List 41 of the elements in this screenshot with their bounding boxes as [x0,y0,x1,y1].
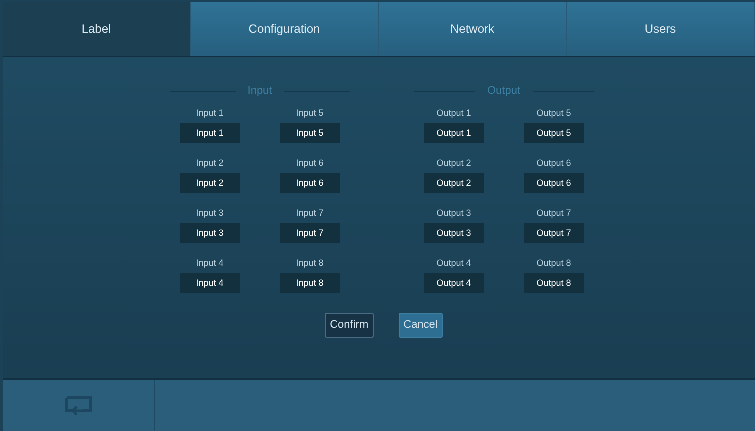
tab[interactable]: Configuration [191,2,379,56]
field-label: Input 6 [296,157,324,169]
label-input[interactable]: Output 6 [524,173,584,193]
field-label: Input 8 [296,257,324,269]
field-label: Input 5 [296,107,324,119]
label-input[interactable]: Input 6 [280,173,340,193]
label-input[interactable]: Output 1 [424,123,484,143]
field-label: Output 6 [536,157,572,169]
label-input[interactable]: Input 5 [280,123,340,143]
label-input[interactable]: Input 1 [180,123,240,143]
field-label: Input 1 [196,107,224,119]
field-label: Input 4 [196,257,224,269]
label-input[interactable]: Input 3 [180,223,240,243]
label-input[interactable]: Output 2 [424,173,484,193]
tab[interactable]: Network [379,2,567,56]
label-input[interactable]: Input 2 [180,173,240,193]
field-label: Output 3 [436,207,472,219]
label-input[interactable]: Input 8 [280,273,340,293]
label-input[interactable]: Input 7 [280,223,340,243]
tab[interactable]: Label [3,2,191,56]
field-label: Input 3 [196,207,224,219]
label-input[interactable]: Output 7 [524,223,584,243]
label-input[interactable]: Output 3 [424,223,484,243]
action-button[interactable]: Confirm [325,313,374,338]
field-label: Input 7 [296,207,324,219]
field-label: Output 7 [536,207,572,219]
field-label: Output 1 [436,107,472,119]
field-label: Input 2 [196,157,224,169]
label-input[interactable]: Output 8 [524,273,584,293]
label-input[interactable]: Input 4 [180,273,240,293]
section-title: Input [248,86,272,96]
field-label: Output 2 [436,157,472,169]
field-label: Output 8 [536,257,572,269]
field-label: Output 5 [536,107,572,119]
return-icon[interactable] [64,394,94,416]
action-button[interactable]: Cancel [398,313,443,338]
section-title: Output [487,86,521,96]
label-input[interactable]: Output 5 [524,123,584,143]
label-input[interactable]: Output 4 [424,273,484,293]
field-label: Output 4 [436,257,472,269]
tab[interactable]: Users [567,2,755,56]
